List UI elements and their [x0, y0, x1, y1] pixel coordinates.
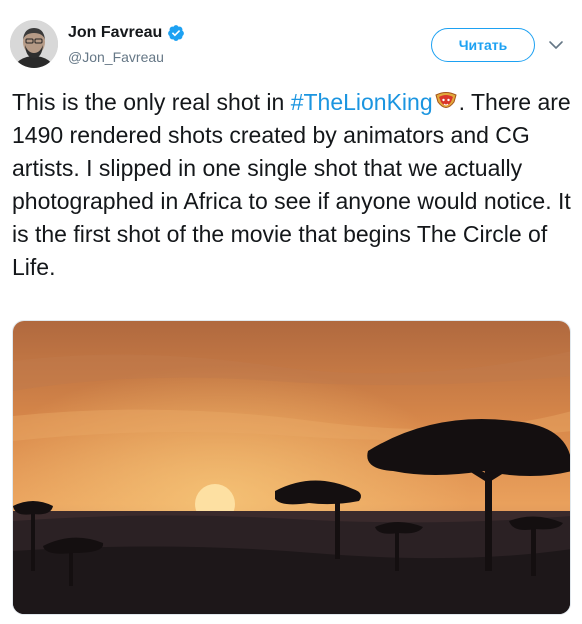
sunset-savanna-photo: [13, 321, 570, 614]
follow-button[interactable]: Читать: [431, 28, 535, 62]
author-name-row[interactable]: Jon Favreau: [68, 24, 185, 42]
lion-crown-emoji-icon: [435, 92, 457, 108]
tweet-photo[interactable]: [12, 320, 571, 615]
avatar-photo: [10, 20, 58, 68]
author-name[interactable]: Jon Favreau: [68, 24, 162, 42]
tweet-text: This is the only real shot in #TheLionKi…: [12, 86, 574, 284]
tweet-text-body: . There are 1490 rendered shots created …: [12, 89, 571, 280]
avatar[interactable]: [10, 20, 58, 68]
tweet-text-intro: This is the only real shot in: [12, 89, 291, 115]
verified-badge-icon: [168, 25, 185, 41]
author-handle[interactable]: @Jon_Favreau: [68, 49, 164, 65]
chevron-down-icon[interactable]: [548, 37, 564, 53]
hashtag-link[interactable]: #TheLionKing: [291, 89, 433, 115]
